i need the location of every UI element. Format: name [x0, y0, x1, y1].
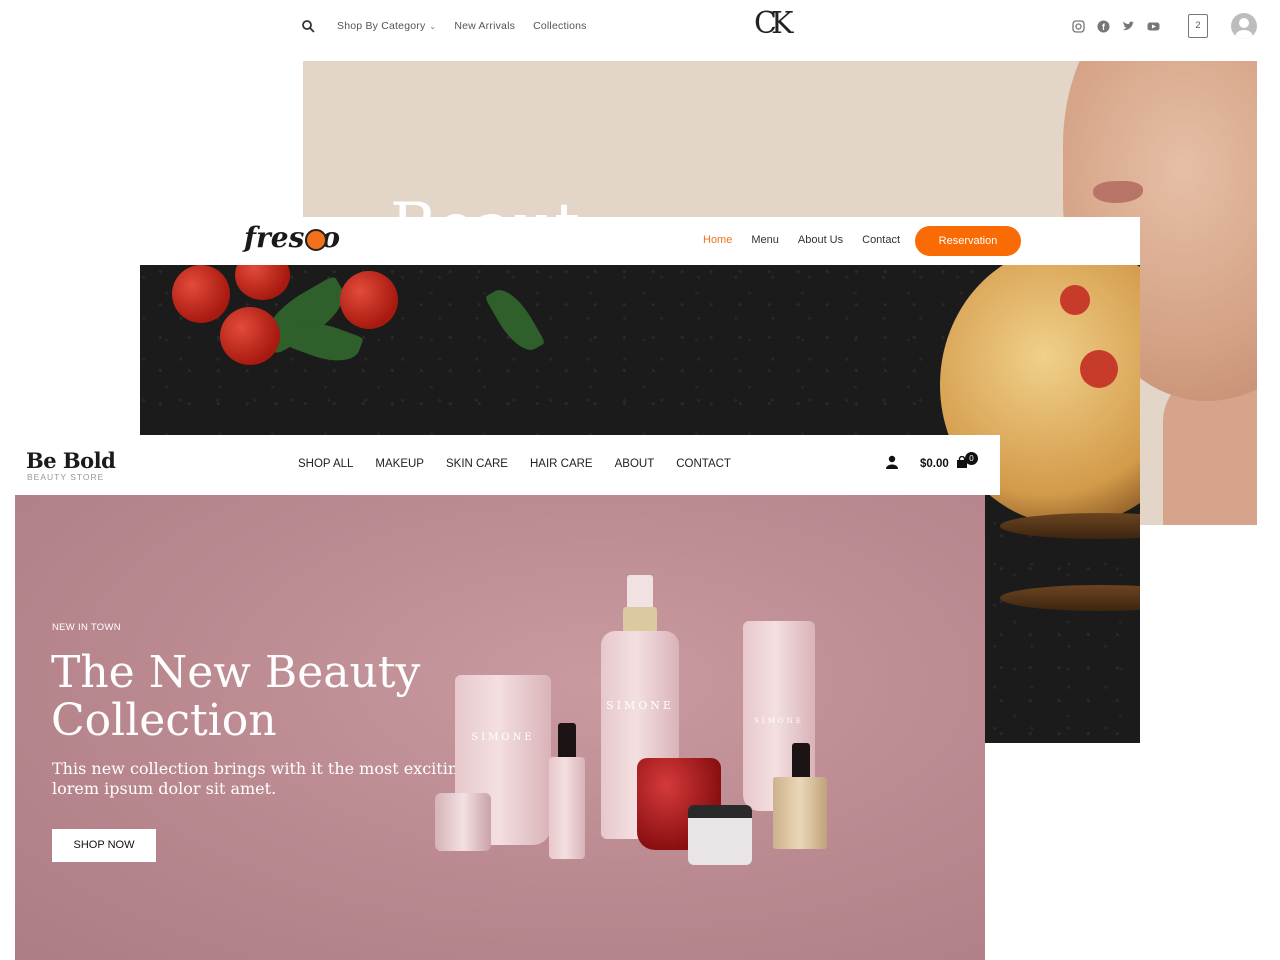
search-icon[interactable] — [301, 19, 315, 33]
bebold-tagline: BEAUTY STORE — [27, 472, 105, 482]
product-pump-head — [627, 575, 653, 609]
product-serum-cap — [558, 723, 576, 759]
pizza-topping — [1080, 350, 1118, 388]
pizza-logo-icon — [305, 229, 327, 251]
product-jar — [435, 793, 491, 851]
bebold-nav: SHOP ALL MAKEUP SKIN CARE HAIR CARE ABOU… — [298, 458, 731, 470]
tomato — [172, 265, 230, 323]
hero-subtitle: This new collection brings with it the m… — [52, 759, 469, 798]
tomato — [340, 271, 398, 329]
hero-eyebrow: NEW IN TOWN — [52, 622, 121, 633]
twitter-icon[interactable] — [1122, 20, 1135, 33]
nav-shop-by-category[interactable]: Shop By Category ⌄ — [337, 20, 436, 32]
product-gold-bottle — [773, 777, 827, 849]
chevron-down-icon: ⌄ — [429, 22, 437, 31]
avatar[interactable] — [1231, 13, 1257, 39]
product-brand-label: SIMONE — [471, 732, 535, 743]
product-brand-label: SIMONE — [754, 717, 804, 725]
product-brand-label: SIMONE — [606, 699, 674, 712]
product-white-jar — [688, 805, 752, 865]
tomato — [235, 265, 290, 300]
cart-count: 2 — [1195, 20, 1201, 30]
facebook-icon[interactable]: f — [1097, 20, 1110, 33]
bebold-logo[interactable]: Be Bold — [26, 448, 116, 473]
tomato — [220, 307, 280, 365]
bebold-header: Be Bold BEAUTY STORE SHOP ALL MAKEUP SKI… — [0, 435, 1000, 495]
product-dropper-cap — [792, 743, 810, 779]
nav-home[interactable]: Home — [703, 234, 732, 246]
nav-about-us[interactable]: About Us — [798, 234, 843, 246]
ck-logo[interactable]: CK — [754, 6, 793, 41]
ck-header: Shop By Category ⌄ New Arrivals Collectio… — [0, 0, 1280, 56]
user-icon[interactable] — [886, 455, 898, 469]
bebold-site-preview: Be Bold BEAUTY STORE SHOP ALL MAKEUP SKI… — [0, 435, 1000, 960]
nav-shop-all[interactable]: SHOP ALL — [298, 458, 353, 470]
nav-makeup[interactable]: MAKEUP — [375, 458, 424, 470]
fresco-header: fresco Home Menu About Us Contact Reserv… — [140, 217, 1140, 265]
reservation-button[interactable]: Reservation — [915, 226, 1021, 256]
nav-collections[interactable]: Collections — [533, 20, 587, 32]
user-silhouette-icon — [1235, 18, 1253, 39]
wooden-spoon — [1000, 585, 1140, 611]
product-serum-bottle — [549, 757, 585, 859]
nav-contact[interactable]: CONTACT — [676, 458, 731, 470]
nav-contact[interactable]: Contact — [862, 234, 900, 246]
pizza-topping — [1060, 285, 1090, 315]
cart-total[interactable]: $0.00 — [920, 458, 949, 470]
nav-menu[interactable]: Menu — [751, 234, 779, 246]
cart-icon[interactable]: 2 — [1188, 14, 1208, 38]
product-pump-collar — [623, 607, 657, 633]
shop-now-button[interactable]: SHOP NOW — [52, 829, 156, 862]
youtube-icon[interactable] — [1147, 20, 1160, 33]
hero-title: The New Beauty Collection — [51, 647, 421, 746]
fresco-nav: Home Menu About Us Contact — [703, 234, 900, 246]
social-links: f — [1072, 20, 1160, 33]
nav-new-arrivals[interactable]: New Arrivals — [454, 20, 515, 32]
wooden-spoon — [1000, 513, 1140, 539]
nav-hair-care[interactable]: HAIR CARE — [530, 458, 593, 470]
bebold-hero: NEW IN TOWN The New Beauty Collection Th… — [15, 495, 985, 960]
basil-leaf — [484, 282, 546, 358]
ck-nav: Shop By Category ⌄ New Arrivals Collectio… — [337, 20, 587, 32]
nav-about[interactable]: ABOUT — [615, 458, 655, 470]
cart-count-badge: 0 — [965, 452, 978, 465]
instagram-icon[interactable] — [1072, 20, 1085, 33]
nav-skin-care[interactable]: SKIN CARE — [446, 458, 508, 470]
